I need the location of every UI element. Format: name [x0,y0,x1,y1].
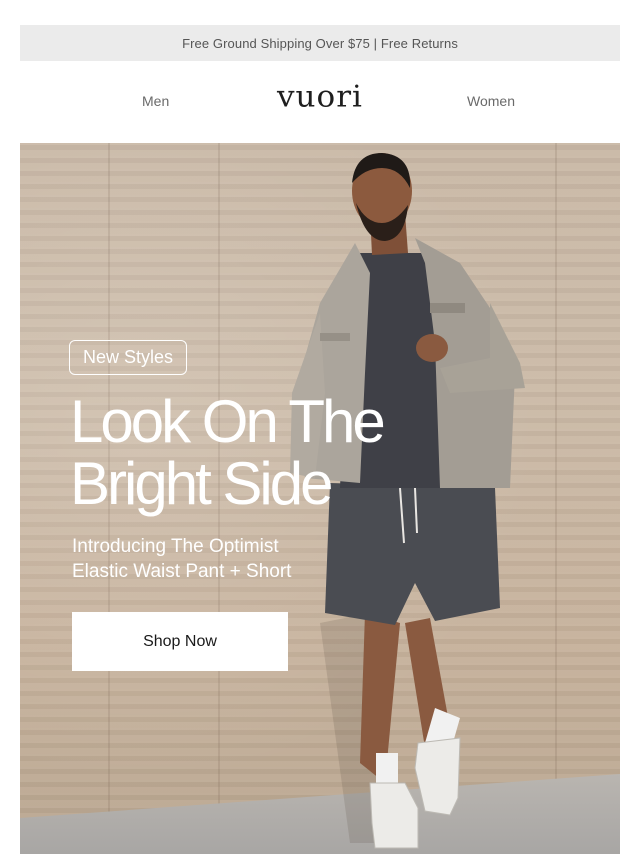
hero-subhead: Introducing The Optimist Elastic Waist P… [72,534,291,584]
brand-logo[interactable]: vuori [20,80,620,114]
nav-link-women[interactable]: Women [467,93,515,109]
hero-banner[interactable]: New Styles Look On The Bright Side Intro… [20,143,620,854]
headline-line-1: Look On The [70,388,386,455]
badge-label: New Styles [83,347,174,367]
promo-banner[interactable]: Free Ground Shipping Over $75 | Free Ret… [20,25,620,61]
subhead-line-1: Introducing The Optimist [72,536,279,557]
headline-line-2: Bright Side [70,450,334,517]
new-styles-badge: New Styles [69,340,188,375]
subhead-line-2: Elastic Waist Pant + Short [72,561,292,582]
shop-now-button[interactable]: Shop Now [72,612,288,671]
hero-headline: Look On The Bright Side [70,391,490,515]
promo-text: Free Ground Shipping Over $75 | Free Ret… [182,35,458,51]
header-nav: Men vuori Women [20,61,620,143]
